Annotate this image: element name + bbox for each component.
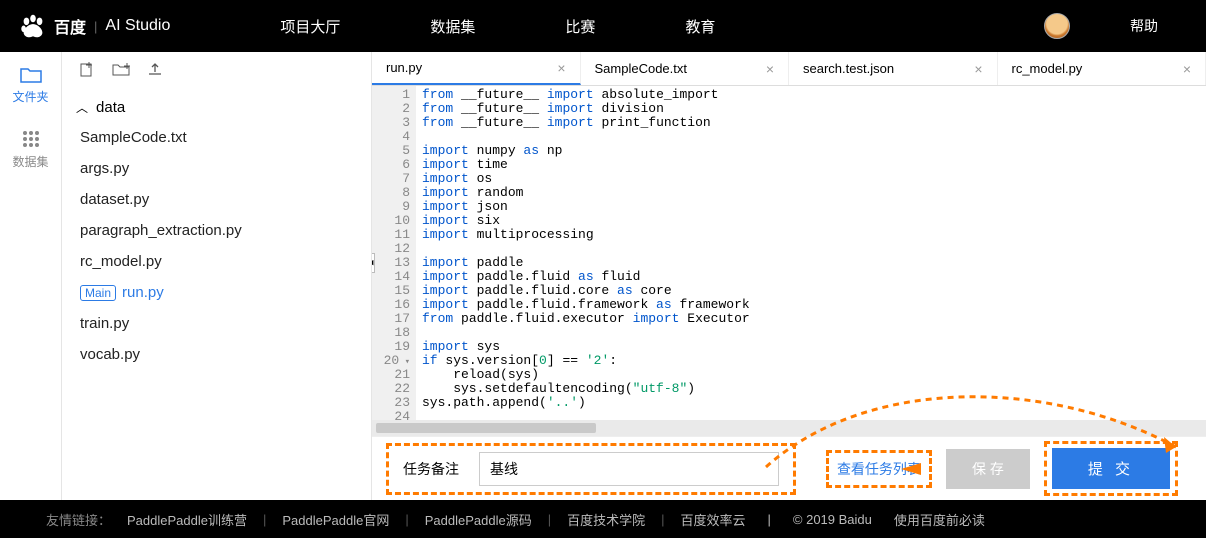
footer-label: 友情链接： <box>46 510 111 529</box>
file-item[interactable]: vocab.py <box>80 339 371 370</box>
tree-toolbar <box>62 52 371 93</box>
footer-link[interactable]: 百度效率云 <box>681 510 746 529</box>
tab-strip: run.py × SampleCode.txt × search.test.json… <box>372 52 1206 86</box>
help-link[interactable]: 帮助 <box>1130 16 1158 36</box>
left-rail: 文件夹 数据集 <box>0 52 62 500</box>
remark-input[interactable] <box>479 452 779 486</box>
line-gutter: 1234567891011121314151617181920 ▾2122232… <box>372 86 416 420</box>
file-item[interactable]: paragraph_extraction.py <box>80 215 371 246</box>
scrollbar-thumb[interactable] <box>376 423 596 433</box>
file-item[interactable]: train.py <box>80 308 371 339</box>
file-item[interactable]: args.py <box>80 153 371 184</box>
footer-terms[interactable]: 使用百度前必读 <box>894 510 985 529</box>
baidu-paw-icon <box>18 11 48 41</box>
remark-label: 任务备注 <box>403 459 459 479</box>
folder-data[interactable]: ︿ data <box>76 93 371 122</box>
submit-wrap: 提 交 <box>1044 441 1178 496</box>
tab-label: search.test.json <box>803 61 894 76</box>
file-tree: ︿ data SampleCode.txt args.py dataset.py… <box>62 52 372 500</box>
footer-link[interactable]: 百度技术学院 <box>567 510 645 529</box>
file-item-active[interactable]: Main run.py <box>80 277 371 308</box>
footer-link[interactable]: PaddlePaddle源码 <box>425 510 532 529</box>
avatar[interactable] <box>1044 13 1070 39</box>
tree-root: ︿ data SampleCode.txt args.py dataset.py… <box>62 93 371 370</box>
footer-copyright: © 2019 Baidu <box>793 512 872 527</box>
action-row: 任务备注 查看任务列表 保 存 提 交 <box>372 436 1206 500</box>
new-file-icon[interactable] <box>78 62 96 83</box>
rail-files-label: 文件夹 <box>12 90 48 104</box>
brand-cn: 百度 <box>54 14 86 38</box>
file-item[interactable]: dataset.py <box>80 184 371 215</box>
nav-datasets[interactable]: 数据集 <box>430 16 475 37</box>
main-area: 文件夹 数据集 ︿ data SampleCode.txt args.py da… <box>0 52 1206 500</box>
tab-run[interactable]: run.py × <box>372 52 581 85</box>
horizontal-scrollbar[interactable] <box>372 420 1206 436</box>
tab-label: rc_model.py <box>1012 61 1083 76</box>
tab-label: SampleCode.txt <box>595 61 688 76</box>
file-name: run.py <box>122 284 164 301</box>
file-list: SampleCode.txt args.py dataset.py paragr… <box>80 122 371 370</box>
tab-rcmodel[interactable]: rc_model.py × <box>998 52 1206 85</box>
submit-button[interactable]: 提 交 <box>1052 448 1170 489</box>
close-icon[interactable]: × <box>766 61 774 77</box>
file-item[interactable]: SampleCode.txt <box>80 122 371 153</box>
grid-icon <box>21 129 41 149</box>
top-nav: 百度 | AI Studio 项目大厅 数据集 比赛 教育 帮助 <box>0 0 1206 52</box>
upload-icon[interactable] <box>146 62 164 83</box>
brand-separator: | <box>94 19 97 34</box>
view-tasks-block: 查看任务列表 <box>826 450 932 488</box>
top-right: 帮助 <box>1044 13 1158 39</box>
folder-icon <box>20 66 42 84</box>
footer: 友情链接： PaddlePaddle训练营| PaddlePaddle官网| P… <box>0 500 1206 538</box>
footer-link[interactable]: PaddlePaddle训练营 <box>127 510 247 529</box>
code-area[interactable]: ◀ 1234567891011121314151617181920 ▾21222… <box>372 86 1206 420</box>
save-button[interactable]: 保 存 <box>946 449 1030 489</box>
close-icon[interactable]: × <box>974 61 982 77</box>
nav-competitions[interactable]: 比赛 <box>565 16 595 37</box>
tab-samplecode[interactable]: SampleCode.txt × <box>581 52 790 85</box>
code-lines[interactable]: from __future__ import absolute_importfr… <box>416 86 1206 420</box>
nav-projects[interactable]: 项目大厅 <box>280 16 340 37</box>
remark-block: 任务备注 <box>386 443 796 495</box>
view-tasks-link[interactable]: 查看任务列表 <box>837 461 921 477</box>
editor: run.py × SampleCode.txt × search.test.json… <box>372 52 1206 500</box>
rail-dataset[interactable]: 数据集 <box>0 115 62 180</box>
file-item[interactable]: rc_model.py <box>80 246 371 277</box>
main-badge: Main <box>80 285 116 301</box>
rail-dataset-label: 数据集 <box>12 155 48 169</box>
rail-files[interactable]: 文件夹 <box>0 52 62 115</box>
nav-education[interactable]: 教育 <box>685 16 715 37</box>
collapse-handle[interactable]: ◀ <box>372 253 375 273</box>
close-icon[interactable]: × <box>557 60 565 76</box>
chevron-up-icon: ︿ <box>76 99 88 116</box>
tab-label: run.py <box>386 60 422 75</box>
folder-name: data <box>96 99 125 116</box>
nav-items: 项目大厅 数据集 比赛 教育 <box>280 16 715 37</box>
brand-product: AI Studio <box>105 17 170 35</box>
tab-search[interactable]: search.test.json × <box>789 52 998 85</box>
logo[interactable]: 百度 | AI Studio <box>18 11 170 41</box>
close-icon[interactable]: × <box>1183 61 1191 77</box>
new-folder-icon[interactable] <box>112 62 130 83</box>
footer-link[interactable]: PaddlePaddle官网 <box>282 510 389 529</box>
